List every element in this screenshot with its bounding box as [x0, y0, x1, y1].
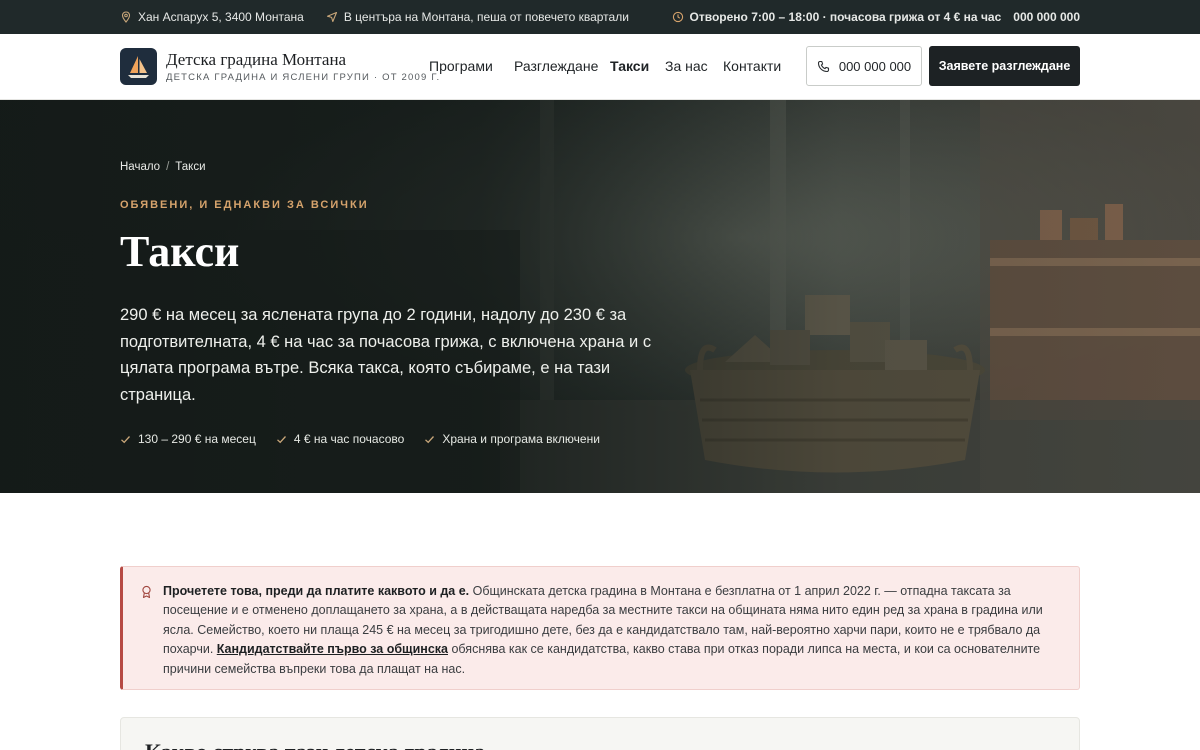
phone-icon [817, 60, 829, 72]
check-icon [276, 435, 286, 443]
check-icon [121, 435, 130, 443]
notice-text: Прочетете това, преди да платите каквото… [163, 582, 1063, 679]
hero-highlights: 130 – 290 € на месец 4 € на час почасово… [120, 432, 600, 446]
clock-icon [672, 11, 683, 23]
highlight-item: 130 – 290 € на месец [120, 432, 256, 446]
highlight-text: 130 – 290 € на месец [138, 432, 256, 446]
topbar-phone-link[interactable]: 000 000 000 [1013, 10, 1080, 24]
sailboat-logo-icon [128, 56, 149, 78]
check-icon [425, 435, 435, 443]
hero-lead: 290 € на месец за яслената група до 2 го… [120, 306, 652, 404]
logo-icon[interactable] [120, 48, 157, 85]
breadcrumb: Начало / Такси [120, 161, 206, 173]
nav-fees[interactable]: Такси [610, 58, 649, 74]
request-tour-button[interactable]: Заявете разглеждане [929, 46, 1080, 86]
address-item: Хан Аспарух 5, 3400 Монтана [120, 10, 304, 24]
apply-municipal-first-link[interactable]: Кандидатствайте първо за общинска [217, 642, 448, 656]
nav-contacts[interactable]: Контакти [723, 58, 781, 74]
navigation-arrow-icon [326, 11, 337, 23]
phone-button[interactable]: 000 000 000 [806, 46, 922, 86]
cost-section-card: Какво струва тази детска градина [120, 717, 1080, 750]
notice-lead: Прочетете това, преди да платите каквото… [163, 584, 470, 598]
highlight-item: Храна и програма включени [424, 432, 600, 446]
hero-section: Начало / Такси ОБЯВЕНИ, И ЕДНАКВИ ЗА ВСИ… [0, 100, 1200, 493]
breadcrumb-current: Такси [175, 161, 206, 173]
opening-hours-text: Отворено 7:00 – 18:00 · почасова грижа о… [689, 10, 1002, 24]
site-header: Детска градина Монтана ДЕТСКА ГРАДИНА И … [0, 34, 1200, 100]
address-text: Хан Аспарух 5, 3400 Монтана [138, 10, 304, 24]
top-info-bar: Хан Аспарух 5, 3400 Монтана В центъра на… [0, 0, 1200, 34]
municipal-kindergarten-notice: Прочетете това, преди да платите каквото… [120, 566, 1080, 690]
nav-programs[interactable]: Програми [429, 58, 493, 74]
award-ribbon-icon [142, 585, 151, 599]
highlight-text: Храна и програма включени [442, 432, 600, 446]
highlight-text: 4 € на час почасово [293, 432, 405, 446]
brand-tagline: ДЕТСКА ГРАДИНА И ЯСЛЕНИ ГРУПИ · ОТ 2009 … [166, 72, 441, 83]
brand-name[interactable]: Детска градина Монтана [166, 50, 346, 70]
location-note-text: В центъра на Монтана, пеша от повечето к… [343, 10, 629, 24]
nav-about[interactable]: За нас [665, 58, 708, 74]
location-note-item: В центъра на Монтана, пеша от повечето к… [326, 10, 629, 24]
hero-eyebrow: ОБЯВЕНИ, И ЕДНАКВИ ЗА ВСИЧКИ [120, 199, 369, 211]
breadcrumb-separator: / [166, 161, 170, 173]
page-title: Такси [120, 227, 240, 276]
phone-button-label: 000 000 000 [838, 58, 912, 74]
breadcrumb-home[interactable]: Начало [120, 161, 160, 173]
map-pin-icon [121, 11, 131, 23]
highlight-item: 4 € на час почасово [276, 432, 404, 446]
nav-tours[interactable]: Разглеждане [514, 58, 598, 74]
section-title: Какво струва тази детска градина [145, 739, 485, 750]
